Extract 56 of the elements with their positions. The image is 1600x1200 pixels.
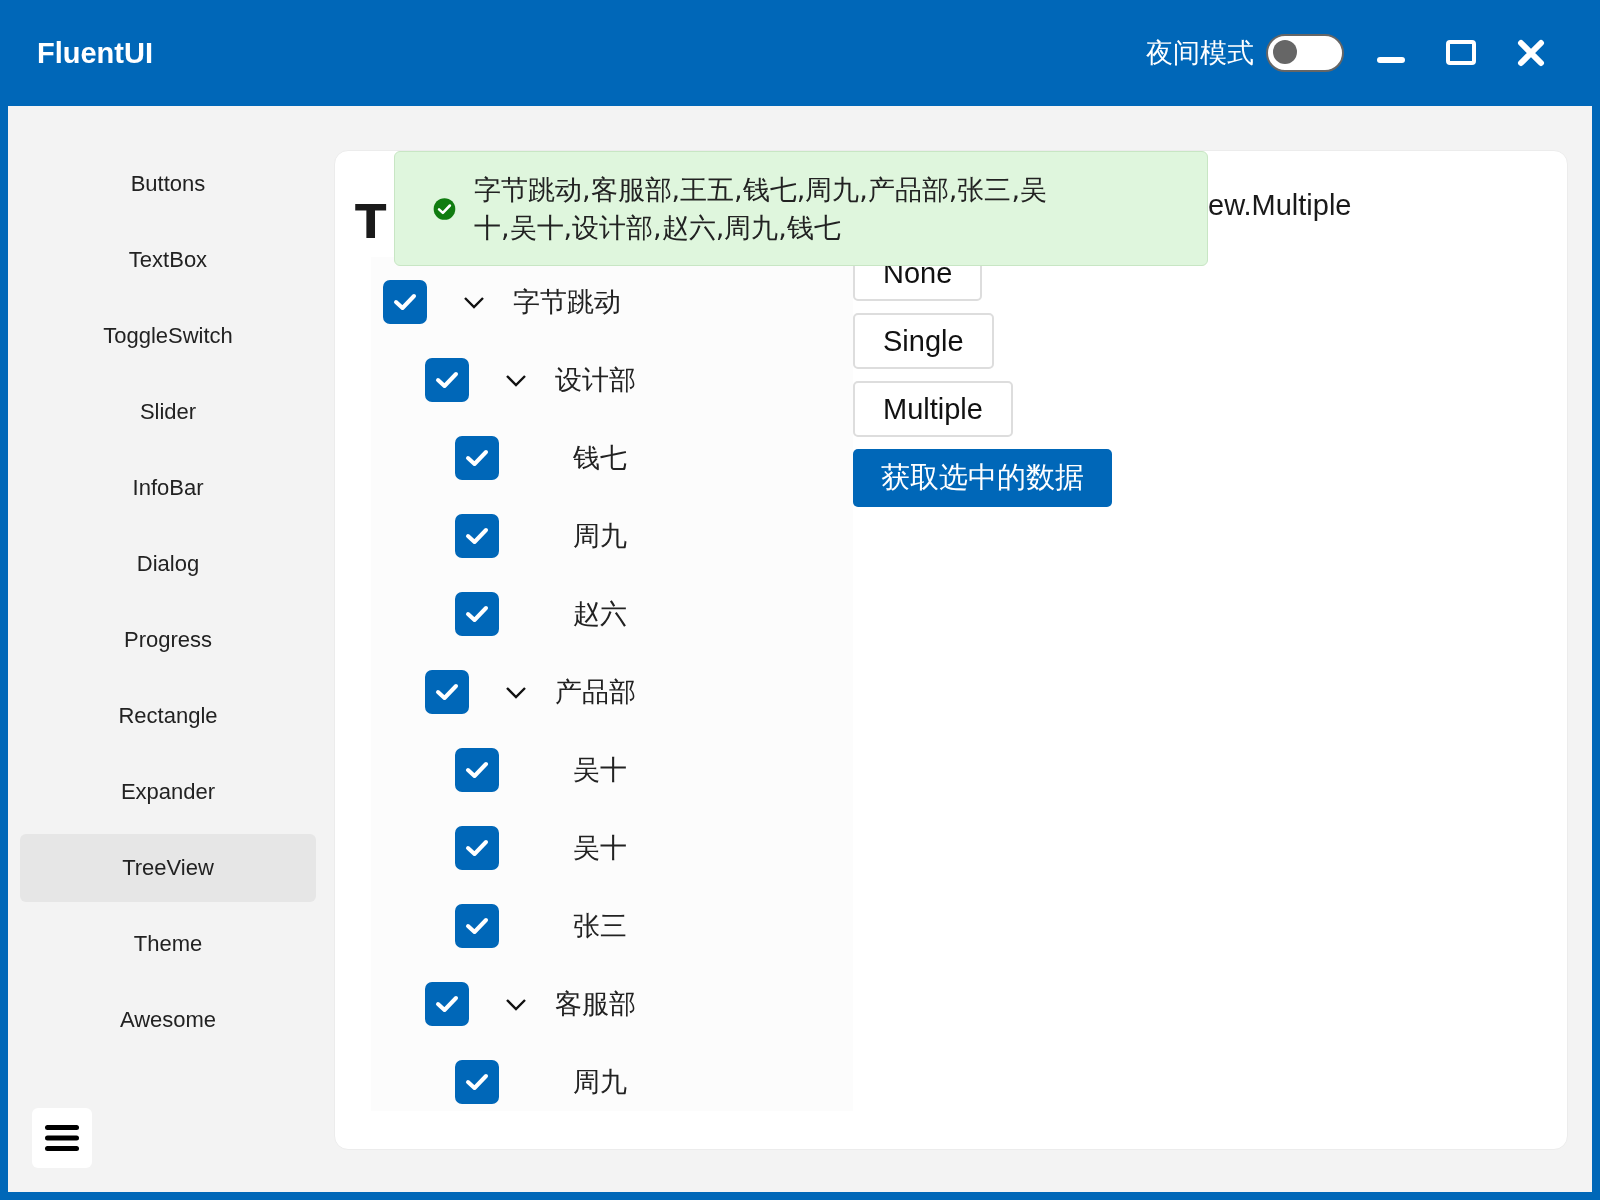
checkbox[interactable] (425, 358, 469, 402)
tree-item-label[interactable]: 赵六 (573, 596, 627, 632)
sidebar-item[interactable]: Slider (20, 378, 316, 446)
tree-item-label[interactable]: 字节跳动 (513, 284, 621, 320)
checkbox[interactable] (455, 514, 499, 558)
sidebar-item[interactable]: TextBox (20, 226, 316, 294)
tree-item-label[interactable]: 钱七 (573, 440, 627, 476)
checkbox[interactable] (425, 670, 469, 714)
checkbox[interactable] (455, 592, 499, 636)
sidebar-item[interactable]: Theme (20, 910, 316, 978)
checkbox[interactable] (455, 748, 499, 792)
tree-item-label[interactable]: 周九 (573, 1064, 627, 1100)
check-icon (465, 526, 489, 546)
action-button[interactable]: Single (853, 313, 994, 369)
tree-item-label[interactable]: 客服部 (555, 986, 636, 1022)
tree-item-label[interactable]: 周九 (573, 518, 627, 554)
sidebar-item[interactable]: Expander (20, 758, 316, 826)
check-icon (465, 760, 489, 780)
night-mode-label: 夜间模式 (1146, 36, 1254, 70)
checkbox[interactable] (455, 1060, 499, 1104)
page-heading: T (355, 194, 387, 251)
night-mode-toggle[interactable] (1266, 34, 1344, 72)
action-button[interactable]: Multiple (853, 381, 1013, 437)
check-icon (465, 838, 489, 858)
tree-item-label[interactable]: 产品部 (555, 674, 636, 710)
check-icon (393, 292, 417, 312)
check-icon (465, 604, 489, 624)
check-icon (435, 370, 459, 390)
checkbox[interactable] (425, 982, 469, 1026)
tree-item-label[interactable]: 张三 (573, 908, 627, 944)
info-message: 字节跳动,客服部,王五,钱七,周九,产品部,张三,吴十,吴十,设计部,赵六,周九,钱七 (473, 172, 1048, 245)
sidebar-item[interactable]: Buttons (20, 150, 316, 218)
window-title: FluentUI (37, 36, 153, 70)
mode-caption: ew.Multiple (1208, 189, 1352, 223)
check-icon (435, 682, 459, 702)
check-icon (465, 916, 489, 936)
menu-button[interactable] (32, 1108, 92, 1168)
sidebar-item[interactable]: Progress (20, 606, 316, 674)
check-icon (465, 448, 489, 468)
tree-item-label[interactable]: 吴十 (573, 830, 627, 866)
sidebar-item[interactable]: Dialog (20, 530, 316, 598)
menu-icon (44, 1123, 80, 1153)
checkbox[interactable] (455, 826, 499, 870)
tree-item-label[interactable]: 吴十 (573, 752, 627, 788)
sidebar-item[interactable]: Awesome (20, 986, 316, 1054)
check-icon (465, 1072, 489, 1092)
checkbox[interactable] (383, 280, 427, 324)
tree-item-label[interactable]: 设计部 (555, 362, 636, 398)
action-button[interactable]: 获取选中的数据 (853, 449, 1112, 507)
checkbox[interactable] (455, 904, 499, 948)
sidebar-item[interactable]: Rectangle (20, 682, 316, 750)
sidebar-item[interactable]: TreeView (20, 834, 316, 902)
checkbox[interactable] (455, 436, 499, 480)
check-icon (435, 994, 459, 1014)
sidebar-item[interactable]: ToggleSwitch (20, 302, 316, 370)
sidebar-item[interactable]: InfoBar (20, 454, 316, 522)
